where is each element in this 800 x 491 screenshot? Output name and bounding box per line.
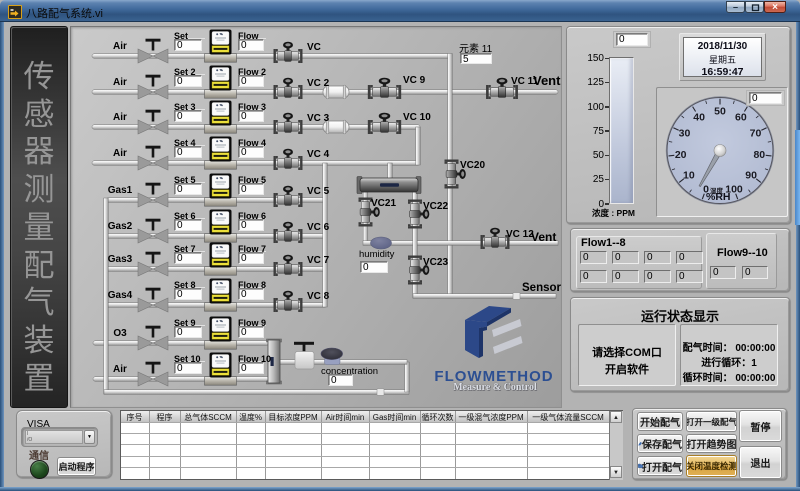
svg-text:90: 90 bbox=[745, 169, 757, 181]
svg-text:20: 20 bbox=[675, 149, 687, 161]
svg-text:30: 30 bbox=[679, 128, 691, 140]
svg-text:10: 10 bbox=[683, 169, 695, 181]
svg-text:60: 60 bbox=[735, 112, 747, 124]
svg-text:80: 80 bbox=[753, 149, 765, 161]
svg-text:40: 40 bbox=[693, 112, 705, 124]
svg-text:50: 50 bbox=[714, 106, 726, 118]
svg-text:70: 70 bbox=[750, 128, 762, 140]
